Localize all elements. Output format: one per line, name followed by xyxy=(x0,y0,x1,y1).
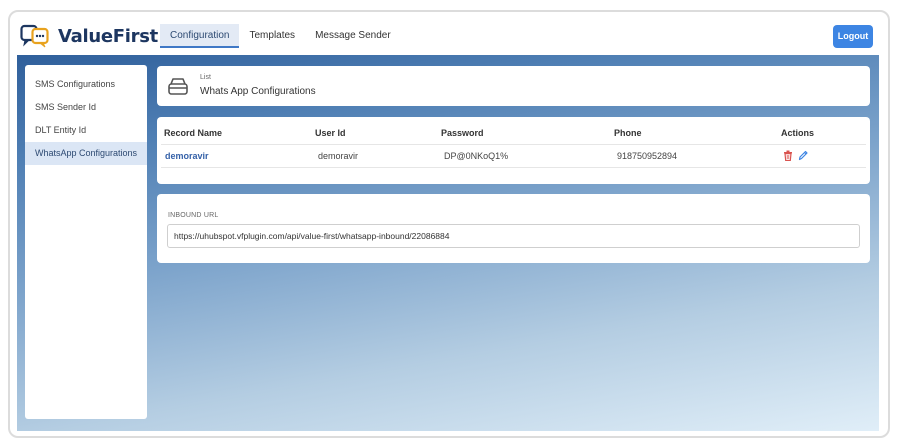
logout-button[interactable]: Logout xyxy=(833,25,873,48)
password-cell: DP@0NKoQ1% xyxy=(444,151,509,161)
header-divider xyxy=(161,144,866,145)
top-nav: Configuration Templates Message Sender xyxy=(160,24,401,48)
configurations-table: Record Name User Id Password Phone Actio… xyxy=(157,117,870,184)
brand-name: ValueFirst xyxy=(58,25,158,47)
brand-logo[interactable]: ValueFirst xyxy=(20,24,158,48)
user-id-cell: demoravir xyxy=(318,151,359,161)
sidebar-item-sms-sender-id[interactable]: SMS Sender Id xyxy=(25,96,147,119)
sidebar: SMS Configurations SMS Sender Id DLT Ent… xyxy=(25,65,147,419)
phone-cell: 918750952894 xyxy=(617,151,678,161)
app-window: ValueFirst Configuration Templates Messa… xyxy=(8,10,890,438)
tab-templates[interactable]: Templates xyxy=(239,24,305,48)
sidebar-item-dlt-entity-id[interactable]: DLT Entity Id xyxy=(25,119,147,142)
chat-bubbles-logo-icon xyxy=(20,24,49,48)
column-header-phone[interactable]: Phone xyxy=(614,128,642,138)
column-header-actions: Actions xyxy=(781,128,815,138)
record-name-link[interactable]: demoravir xyxy=(165,151,209,161)
inbox-tray-icon xyxy=(168,78,188,95)
inbound-url-card: INBOUND URL https://uhubspot.vfplugin.co… xyxy=(157,194,870,263)
pencil-icon[interactable] xyxy=(798,150,808,161)
column-header-record-name[interactable]: Record Name xyxy=(164,128,222,138)
tab-configuration[interactable]: Configuration xyxy=(160,24,240,48)
sidebar-item-sms-configurations[interactable]: SMS Configurations xyxy=(25,73,147,96)
tab-message-sender[interactable]: Message Sender xyxy=(305,24,401,48)
column-header-user-id[interactable]: User Id xyxy=(315,128,346,138)
trash-icon[interactable] xyxy=(783,150,793,161)
page-title: Whats App Configurations xyxy=(200,86,316,97)
main-workspace: SMS Configurations SMS Sender Id DLT Ent… xyxy=(17,55,879,431)
inbound-url-label: INBOUND URL xyxy=(168,212,219,219)
list-caption: List xyxy=(200,74,211,81)
sidebar-item-whatsapp-configurations[interactable]: WhatsApp Configurations xyxy=(25,142,147,165)
row-divider xyxy=(161,167,866,168)
inbound-url-field[interactable]: https://uhubspot.vfplugin.com/api/value-… xyxy=(167,224,860,248)
list-header-card: List Whats App Configurations xyxy=(157,66,870,106)
column-header-password[interactable]: Password xyxy=(441,128,484,138)
